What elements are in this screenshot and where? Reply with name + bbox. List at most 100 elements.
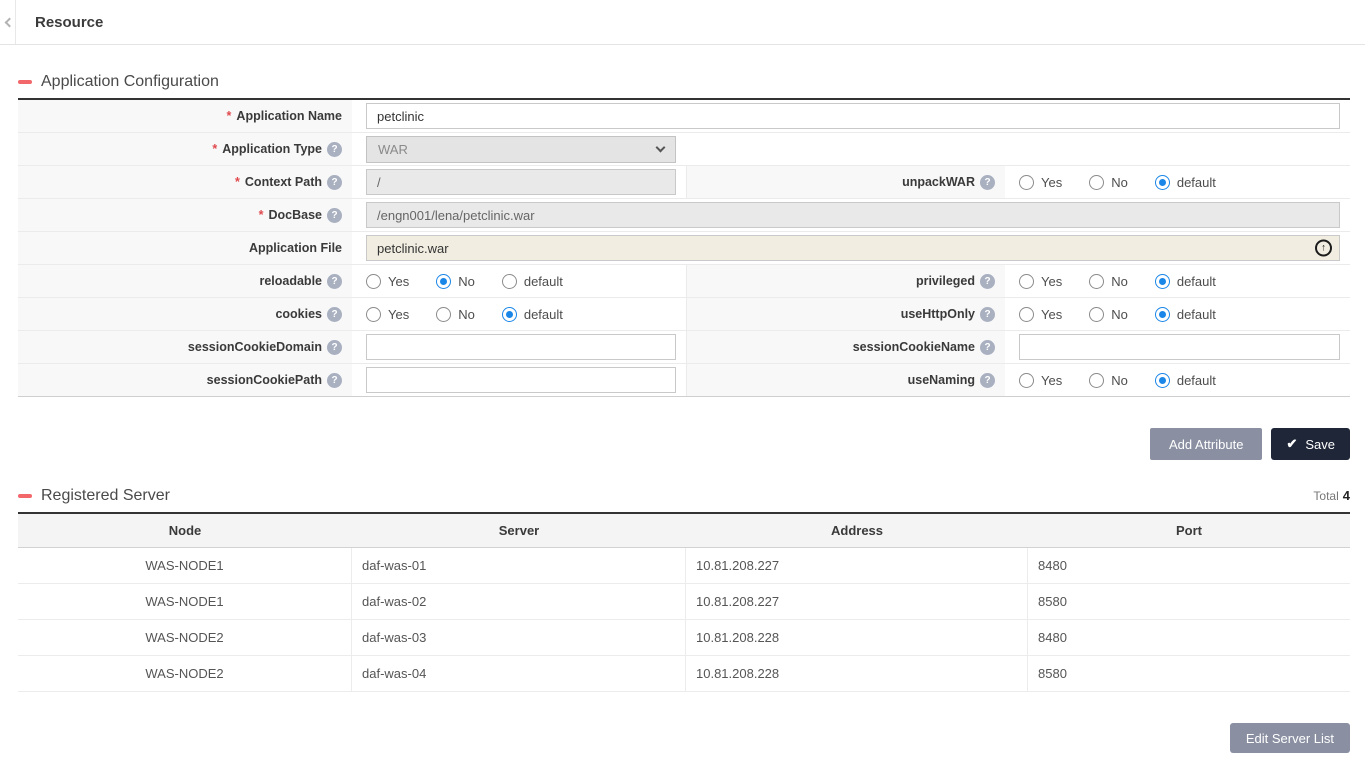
application-type-label: * Application Type ? (18, 133, 352, 165)
radio-no[interactable]: No (436, 274, 475, 289)
help-icon[interactable]: ? (327, 208, 342, 223)
sessioncookiepath-input[interactable] (366, 367, 676, 393)
table-row: WAS-NODE2 daf-was-04 10.81.208.228 8580 (18, 656, 1350, 692)
section-dash-icon (18, 80, 32, 84)
cell-server: daf-was-03 (352, 620, 686, 655)
radio-icon (366, 274, 381, 289)
registered-server-section-header: Registered Server (18, 487, 170, 505)
cookies-label: cookies ? (18, 298, 352, 330)
radio-yes[interactable]: Yes (1019, 274, 1062, 289)
cell-node: WAS-NODE2 (18, 620, 352, 655)
radio-icon (366, 307, 381, 322)
sessioncookiename-label: sessionCookieName ? (686, 331, 1005, 363)
cell-node: WAS-NODE1 (18, 548, 352, 583)
registered-server-table: Node Server Address Port WAS-NODE1 daf-w… (18, 512, 1350, 692)
table-row: WAS-NODE1 daf-was-01 10.81.208.227 8480 (18, 548, 1350, 584)
reloadable-label: reloadable ? (18, 265, 352, 297)
application-name-input[interactable] (366, 103, 1340, 129)
radio-default[interactable]: default (1155, 307, 1216, 322)
radio-yes[interactable]: Yes (1019, 373, 1062, 388)
section-title: Registered Server (41, 487, 170, 505)
help-icon[interactable]: ? (327, 274, 342, 289)
radio-icon (1089, 175, 1104, 190)
back-button[interactable] (0, 0, 16, 44)
page-title: Resource (16, 0, 103, 44)
radio-icon (1089, 274, 1104, 289)
radio-no[interactable]: No (1089, 274, 1128, 289)
add-attribute-button[interactable]: Add Attribute (1150, 428, 1262, 460)
sessioncookiedomain-input[interactable] (366, 334, 676, 360)
privileged-radio-group: Yes No default (1019, 274, 1243, 289)
form-row-cookies: cookies ? Yes No default (18, 298, 1350, 331)
help-icon[interactable]: ? (980, 307, 995, 322)
application-config-form: * Application Name * Application Type ? … (18, 98, 1350, 397)
radio-icon (1155, 175, 1170, 190)
section-title: Application Configuration (41, 73, 219, 91)
upload-icon[interactable]: ↑ (1315, 240, 1332, 257)
radio-icon (1155, 373, 1170, 388)
cell-address: 10.81.208.228 (686, 656, 1028, 691)
radio-default[interactable]: default (1155, 274, 1216, 289)
cookies-radio-group: Yes No default (366, 307, 590, 322)
radio-default[interactable]: default (1155, 373, 1216, 388)
reloadable-radio-group: Yes No default (366, 274, 590, 289)
application-file-label: Application File (18, 232, 352, 264)
usenaming-radio-group: Yes No default (1019, 373, 1243, 388)
radio-default[interactable]: default (502, 307, 563, 322)
column-header-address: Address (686, 514, 1028, 547)
form-row-context-path: * Context Path ? unpackWAR ? Yes (18, 166, 1350, 199)
radio-no[interactable]: No (1089, 373, 1128, 388)
required-asterisk: * (259, 208, 264, 222)
help-icon[interactable]: ? (327, 175, 342, 190)
help-icon[interactable]: ? (980, 175, 995, 190)
column-header-server: Server (352, 514, 686, 547)
form-row-docbase: * DocBase ? (18, 199, 1350, 232)
radio-yes[interactable]: Yes (366, 307, 409, 322)
help-icon[interactable]: ? (980, 274, 995, 289)
help-icon[interactable]: ? (327, 373, 342, 388)
docbase-input (366, 202, 1340, 228)
section-dash-icon (18, 494, 32, 498)
application-name-label: * Application Name (18, 100, 352, 132)
cell-address: 10.81.208.228 (686, 620, 1028, 655)
help-icon[interactable]: ? (327, 142, 342, 157)
table-row: WAS-NODE2 daf-was-03 10.81.208.228 8480 (18, 620, 1350, 656)
radio-icon (436, 307, 451, 322)
radio-icon (1089, 307, 1104, 322)
radio-default[interactable]: default (1155, 175, 1216, 190)
sessioncookiedomain-label: sessionCookieDomain ? (18, 331, 352, 363)
radio-icon (502, 274, 517, 289)
usenaming-label: useNaming ? (686, 364, 1005, 396)
radio-no[interactable]: No (436, 307, 475, 322)
help-icon[interactable]: ? (327, 307, 342, 322)
save-button[interactable]: ✔ Save (1271, 428, 1350, 460)
edit-server-list-button[interactable]: Edit Server List (1230, 723, 1350, 753)
help-icon[interactable]: ? (980, 373, 995, 388)
column-header-port: Port (1028, 514, 1350, 547)
docbase-label: * DocBase ? (18, 199, 352, 231)
cell-node: WAS-NODE2 (18, 656, 352, 691)
application-type-select: WAR (366, 136, 676, 163)
required-asterisk: * (235, 175, 240, 189)
sessioncookiename-input[interactable] (1019, 334, 1340, 360)
usehttponly-label: useHttpOnly ? (686, 298, 1005, 330)
form-row-reloadable: reloadable ? Yes No default (18, 265, 1350, 298)
cell-address: 10.81.208.227 (686, 548, 1028, 583)
table-header-row: Node Server Address Port (18, 514, 1350, 548)
radio-yes[interactable]: Yes (1019, 307, 1062, 322)
unpackwar-radio-group: Yes No default (1019, 175, 1243, 190)
cell-server: daf-was-04 (352, 656, 686, 691)
radio-no[interactable]: No (1089, 307, 1128, 322)
radio-yes[interactable]: Yes (1019, 175, 1062, 190)
chevron-down-icon (656, 142, 666, 152)
help-icon[interactable]: ? (980, 340, 995, 355)
radio-default[interactable]: default (502, 274, 563, 289)
required-asterisk: * (212, 142, 217, 156)
form-row-session-cookie-domain: sessionCookieDomain ? sessionCookieName … (18, 331, 1350, 364)
radio-yes[interactable]: Yes (366, 274, 409, 289)
radio-no[interactable]: No (1089, 175, 1128, 190)
application-file-input (366, 235, 1340, 261)
cell-server: daf-was-02 (352, 584, 686, 619)
cell-port: 8580 (1028, 584, 1350, 619)
help-icon[interactable]: ? (327, 340, 342, 355)
